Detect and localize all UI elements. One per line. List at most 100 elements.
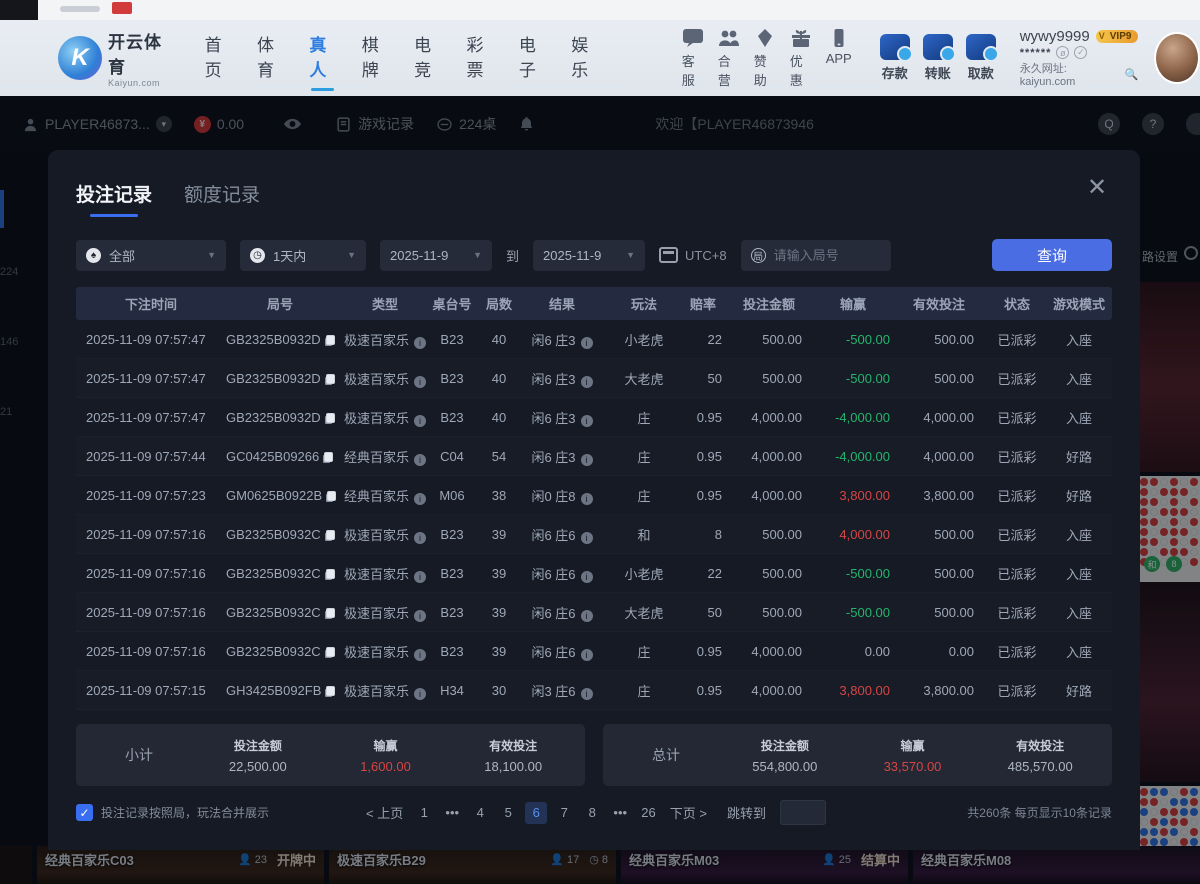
total-label: 总计: [611, 745, 721, 765]
cell-mode: 入座: [1046, 642, 1112, 661]
query-button[interactable]: 查询: [992, 239, 1112, 271]
quick-link-赞助[interactable]: 赞助: [754, 28, 776, 89]
page-button-8[interactable]: 8: [581, 802, 603, 824]
timezone-display[interactable]: UTC+8: [659, 247, 727, 263]
merge-checkbox[interactable]: ✓: [76, 804, 93, 821]
info-icon[interactable]: i: [581, 571, 593, 583]
table-row[interactable]: 2025-11-09 07:57:44GC0425B09266经典百家乐iC04…: [76, 437, 1112, 476]
info-icon[interactable]: i: [414, 337, 426, 349]
quick-link-APP[interactable]: APP: [826, 28, 852, 89]
subtotal-winloss: 1,600.00: [322, 759, 450, 774]
table-row[interactable]: 2025-11-09 07:57:16GB2325B0932C极速百家乐iB23…: [76, 515, 1112, 554]
table-row[interactable]: 2025-11-09 07:57:47GB2325B0932D极速百家乐iB23…: [76, 359, 1112, 398]
round-search-input[interactable]: [774, 248, 881, 263]
info-icon[interactable]: i: [581, 376, 593, 388]
table-row[interactable]: 2025-11-09 07:57:47GB2325B0932D极速百家乐iB23…: [76, 320, 1112, 359]
close-icon[interactable]: ✕: [1086, 178, 1108, 200]
cell-count: 39: [478, 605, 520, 620]
cell-table: B23: [426, 410, 478, 425]
column-header-输赢: 输赢: [816, 294, 904, 313]
wallet-link-转账[interactable]: 转账: [923, 34, 953, 82]
nav-item-娱乐[interactable]: 娱乐: [571, 31, 597, 85]
modal-footer: ✓ 投注记录按照局，玩法合并展示 < 上页1•••45678•••26下页 >跳…: [76, 804, 1112, 821]
nav-item-体育[interactable]: 体育: [257, 31, 283, 85]
nav-item-彩票[interactable]: 彩票: [467, 31, 493, 85]
eye-slash-icon[interactable]: ø: [1056, 46, 1069, 59]
table-row[interactable]: 2025-11-09 07:57:16GB2325B0932C极速百家乐iB23…: [76, 632, 1112, 671]
info-icon[interactable]: i: [414, 415, 426, 427]
info-icon[interactable]: i: [414, 493, 426, 505]
nav-item-真人[interactable]: 真人: [309, 31, 335, 85]
wallet-link-label: 取款: [968, 63, 994, 82]
info-icon[interactable]: i: [414, 454, 426, 466]
wallet-link-取款[interactable]: 取款: [966, 34, 996, 82]
cell-time: 2025-11-09 07:57:23: [76, 488, 216, 503]
cell-type: 极速百家乐i: [334, 603, 426, 622]
brand-logo[interactable]: 开云体育 Kaiyun.com: [58, 28, 171, 88]
cell-status: 已派彩: [988, 369, 1046, 388]
cell-time: 2025-11-09 07:57:16: [76, 605, 216, 620]
info-icon[interactable]: i: [414, 610, 426, 622]
subtotal-valid: 18,100.00: [449, 759, 577, 774]
info-icon[interactable]: i: [414, 376, 426, 388]
wallet-link-存款[interactable]: 存款: [880, 34, 910, 82]
info-icon[interactable]: i: [414, 532, 426, 544]
page-button-7[interactable]: 7: [553, 802, 575, 824]
refresh-icon[interactable]: ✓: [1074, 46, 1087, 59]
game-type-select[interactable]: ♠ 全部 ▼: [76, 240, 226, 271]
cell-status: 已派彩: [988, 486, 1046, 505]
info-icon[interactable]: i: [581, 415, 593, 427]
subtotal-box: 小计 投注金额22,500.00 输赢1,600.00 有效投注18,100.0…: [76, 724, 585, 786]
quick-link-合营[interactable]: 合营: [718, 28, 740, 89]
nav-item-棋牌[interactable]: 棋牌: [362, 31, 388, 85]
jump-to-input[interactable]: [780, 800, 826, 825]
info-icon[interactable]: i: [581, 337, 593, 349]
info-icon[interactable]: i: [581, 493, 593, 505]
info-icon[interactable]: i: [414, 649, 426, 661]
nav-item-首页[interactable]: 首页: [205, 31, 231, 85]
time-range-select[interactable]: ◷ 1天内 ▼: [240, 240, 366, 271]
cell-time: 2025-11-09 07:57:47: [76, 371, 216, 386]
table-row[interactable]: 2025-11-09 07:57:16GB2325B0932C极速百家乐iB23…: [76, 593, 1112, 632]
table-row[interactable]: 2025-11-09 07:57:23GM0625B0922B经典百家乐iM06…: [76, 476, 1112, 515]
table-row[interactable]: 2025-11-09 07:57:15GH3425B092FB极速百家乐iH34…: [76, 671, 1112, 710]
info-icon[interactable]: i: [581, 649, 593, 661]
search-icon[interactable]: 🔍: [1125, 68, 1139, 81]
user-area: wywy9999 VIP9 ****** ø ✓ 永久网址: kaiyun.co…: [1020, 28, 1139, 88]
tab-额度记录[interactable]: 额度记录: [184, 180, 260, 217]
prev-page-button[interactable]: < 上页: [362, 802, 407, 824]
info-icon[interactable]: i: [414, 571, 426, 583]
tab-投注记录[interactable]: 投注记录: [76, 180, 152, 217]
info-icon[interactable]: i: [581, 688, 593, 700]
table-row[interactable]: 2025-11-09 07:57:47GB2325B0932D极速百家乐iB23…: [76, 398, 1112, 437]
cell-table: B23: [426, 566, 478, 581]
date-to-picker[interactable]: 2025-11-9 ▼: [533, 240, 645, 271]
table-row[interactable]: 2025-11-09 07:57:16GB2325B0932C极速百家乐iB23…: [76, 554, 1112, 593]
cell-result: 闲0 庄8i: [520, 486, 604, 505]
nav-item-电子[interactable]: 电子: [519, 31, 545, 85]
date-from-picker[interactable]: 2025-11-9 ▼: [380, 240, 492, 271]
avatar[interactable]: [1154, 32, 1200, 84]
quick-link-客服[interactable]: 客服: [682, 28, 704, 89]
chevron-down-icon: ▼: [207, 250, 216, 260]
next-page-button[interactable]: 下页 >: [666, 802, 711, 824]
page-button-5[interactable]: 5: [497, 802, 519, 824]
quick-link-优惠[interactable]: 优惠: [790, 28, 812, 89]
column-header-游戏模式: 游戏模式: [1046, 294, 1112, 313]
cell-round: GB2325B0932D: [216, 371, 334, 386]
info-icon[interactable]: i: [414, 688, 426, 700]
column-header-赔率: 赔率: [684, 294, 736, 313]
cell-result: 闲6 庄6i: [520, 642, 604, 661]
page-button-6[interactable]: 6: [525, 802, 547, 824]
copy-icon[interactable]: [324, 452, 333, 462]
info-icon[interactable]: i: [581, 610, 593, 622]
cell-result: 闲3 庄6i: [520, 681, 604, 700]
page-button-4[interactable]: 4: [469, 802, 491, 824]
info-icon[interactable]: i: [581, 532, 593, 544]
nav-item-电竞[interactable]: 电竞: [414, 31, 440, 85]
page-button-1[interactable]: 1: [413, 802, 435, 824]
filter-bar: ♠ 全部 ▼ ◷ 1天内 ▼ 2025-11-9 ▼ 到 2025-11-9 ▼: [76, 239, 1112, 271]
info-icon[interactable]: i: [581, 454, 593, 466]
page-button-26[interactable]: 26: [637, 802, 659, 824]
main-nav: 首页体育真人棋牌电竞彩票电子娱乐: [205, 31, 598, 85]
